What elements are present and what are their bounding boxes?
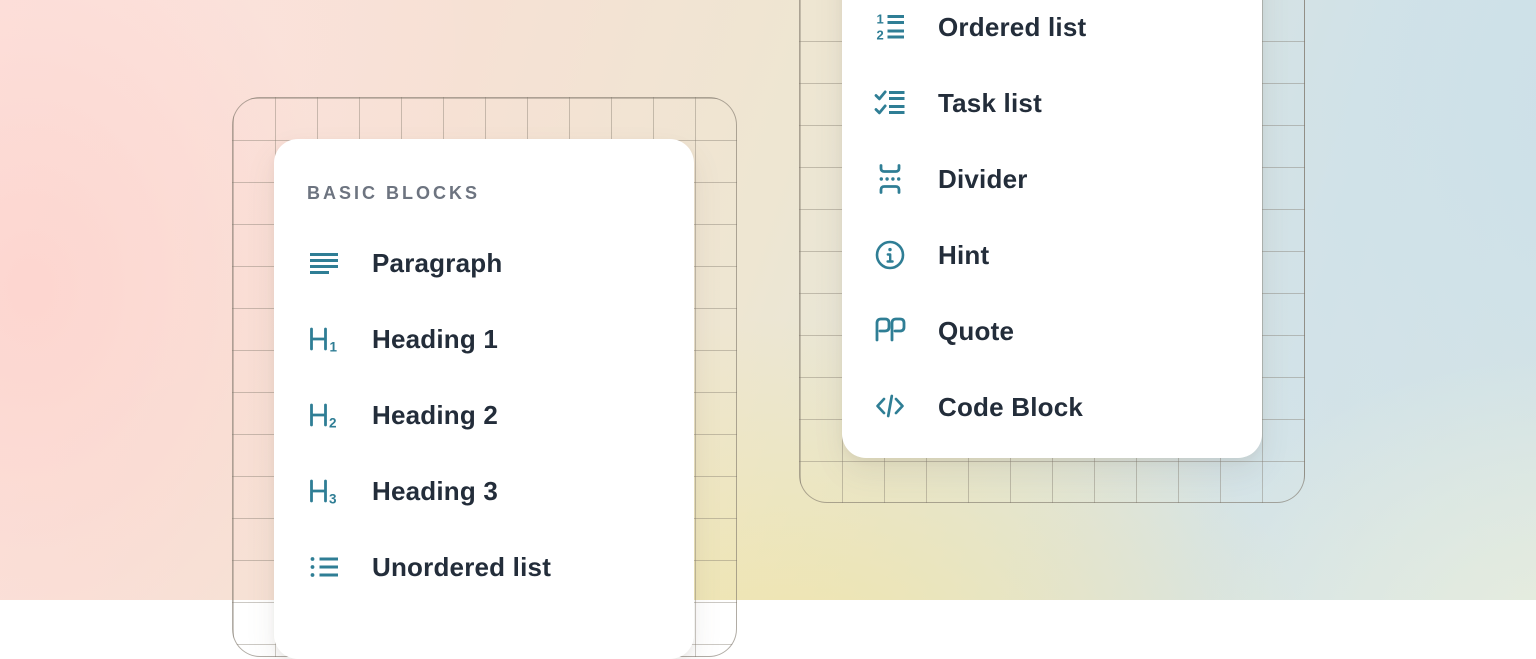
basic-blocks-menu: BASIC BLOCKS Paragraph 1 Heading 1 2 Hea… (274, 139, 694, 659)
task-list-icon (873, 86, 907, 120)
menu-item-heading-1[interactable]: 1 Heading 1 (307, 301, 694, 377)
ordered-list-icon: 1 2 (873, 10, 907, 44)
menu-item-label: Hint (938, 240, 989, 271)
blocks-menu-right: 1 2 Ordered list Task list (842, 0, 1262, 458)
quote-icon (873, 314, 907, 348)
menu-item-hint[interactable]: Hint (873, 217, 1262, 293)
menu-item-label: Heading 3 (372, 476, 498, 507)
menu-item-quote[interactable]: Quote (873, 293, 1262, 369)
menu-item-code-block[interactable]: Code Block (873, 369, 1262, 445)
svg-text:1: 1 (330, 340, 338, 355)
menu-item-label: Unordered list (372, 552, 551, 583)
unordered-list-icon (307, 550, 341, 584)
code-block-icon (873, 390, 907, 424)
heading-3-icon: 3 (307, 474, 341, 508)
menu-item-label: Divider (938, 164, 1028, 195)
menu-item-label: Heading 2 (372, 400, 498, 431)
section-label: BASIC BLOCKS (307, 179, 694, 207)
menu-item-label: Ordered list (938, 12, 1086, 43)
divider-icon (873, 162, 907, 196)
menu-item-label: Paragraph (372, 248, 502, 279)
svg-text:3: 3 (329, 492, 337, 507)
menu-item-heading-3[interactable]: 3 Heading 3 (307, 453, 694, 529)
svg-text:1: 1 (877, 12, 884, 27)
menu-item-label: Task list (938, 88, 1042, 119)
paragraph-icon (307, 246, 341, 280)
menu-item-task-list[interactable]: Task list (873, 65, 1262, 141)
gradient-background (0, 0, 1536, 600)
menu-item-unordered-list[interactable]: Unordered list (307, 529, 694, 605)
svg-text:2: 2 (877, 28, 884, 43)
menu-item-paragraph[interactable]: Paragraph (307, 225, 694, 301)
menu-item-divider[interactable]: Divider (873, 141, 1262, 217)
heading-2-icon: 2 (307, 398, 341, 432)
menu-item-ordered-list[interactable]: 1 2 Ordered list (873, 0, 1262, 65)
menu-item-heading-2[interactable]: 2 Heading 2 (307, 377, 694, 453)
menu-item-label: Code Block (938, 392, 1083, 423)
menu-item-label: Heading 1 (372, 324, 498, 355)
hint-icon (873, 238, 907, 272)
heading-1-icon: 1 (307, 322, 341, 356)
menu-item-label: Quote (938, 316, 1014, 347)
svg-text:2: 2 (329, 416, 337, 431)
